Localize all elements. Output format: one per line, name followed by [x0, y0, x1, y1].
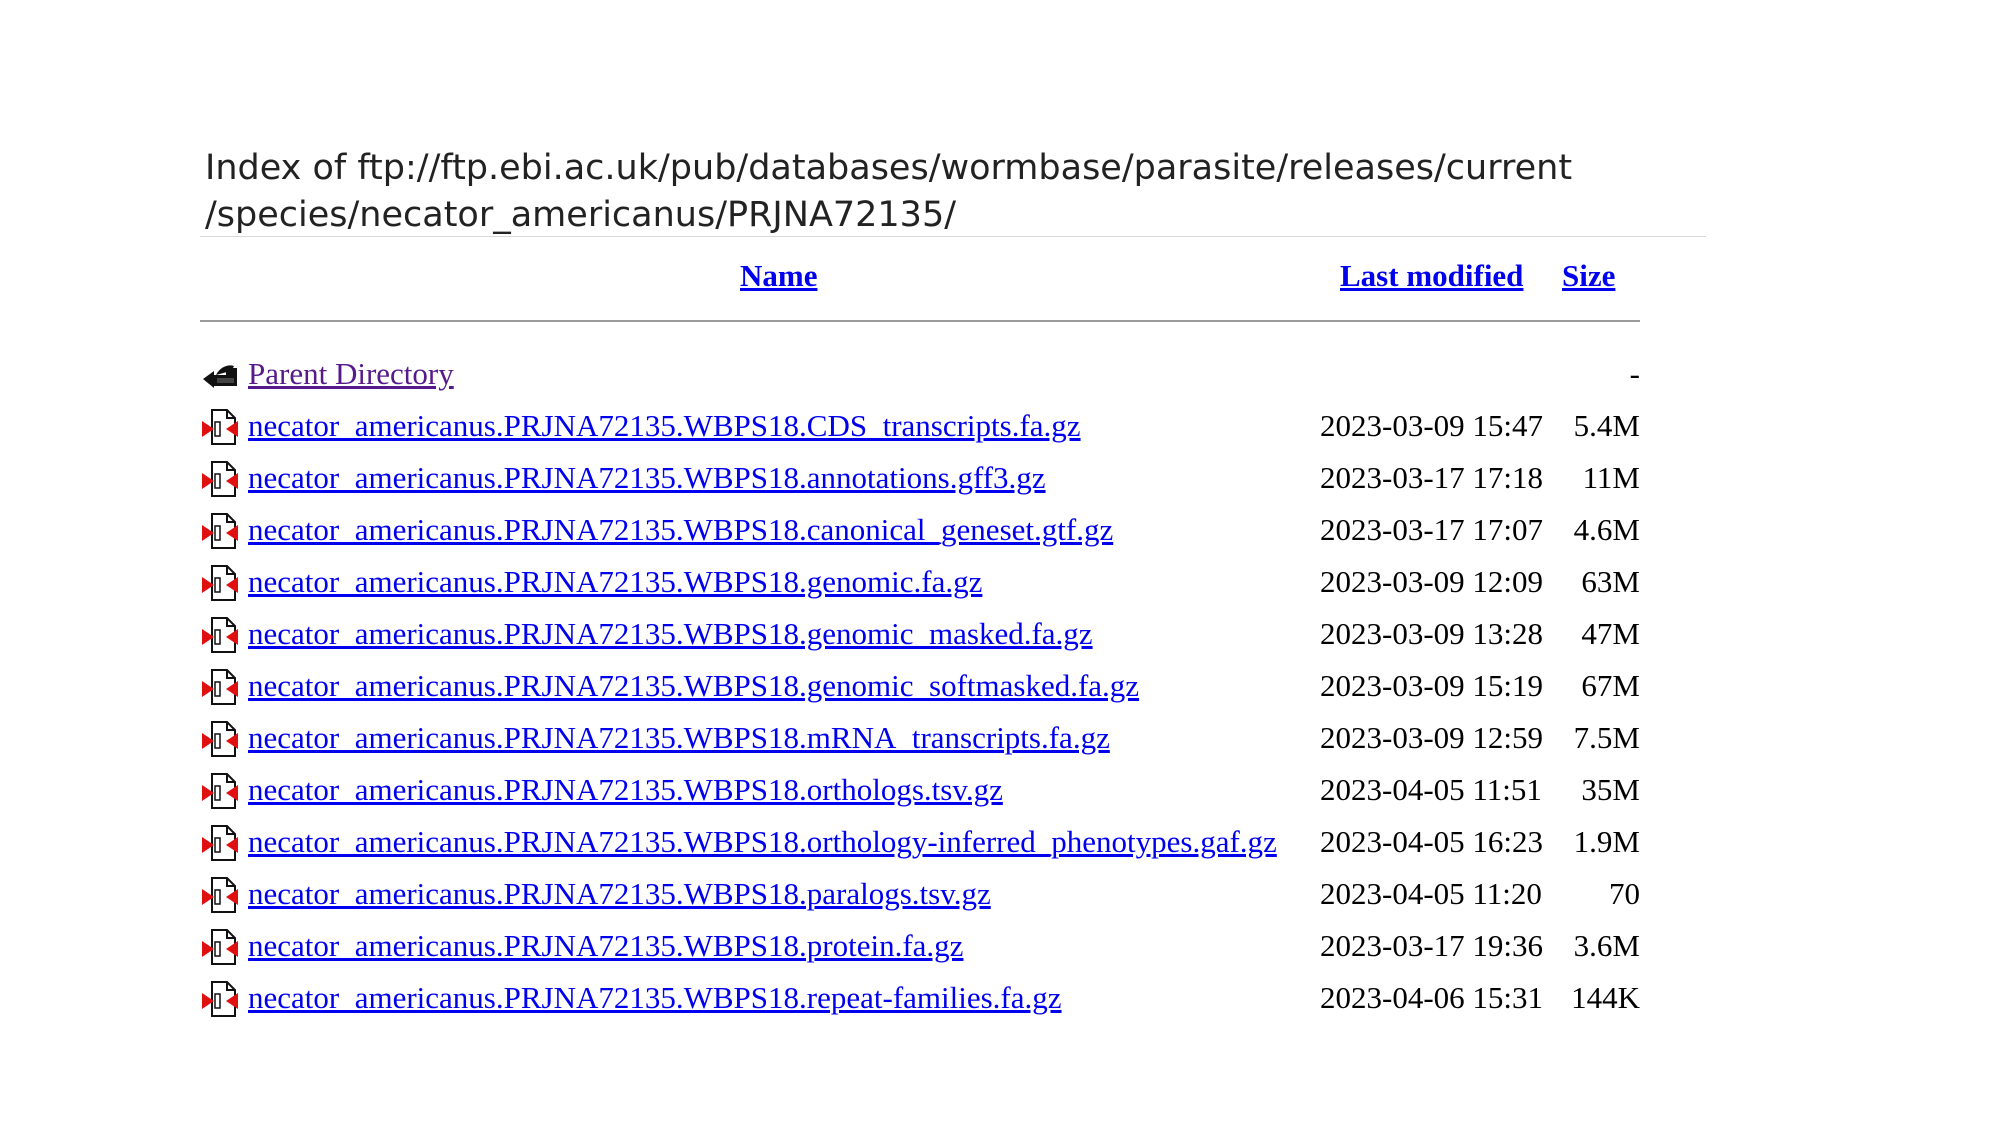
file-row: necator_americanus.PRJNA72135.WBPS18.par…: [200, 868, 1640, 920]
compressed-file-icon: [200, 459, 240, 499]
compressed-file-icon: [200, 407, 240, 447]
file-row: necator_americanus.PRJNA72135.WBPS18.ort…: [200, 816, 1640, 868]
file-last-modified: 2023-03-17 17:18: [1320, 460, 1544, 495]
file-last-modified: 2023-03-09 12:59: [1320, 720, 1544, 755]
file-link[interactable]: necator_americanus.PRJNA72135.WBPS18.rep…: [248, 972, 1062, 1024]
file-last-modified: 2023-04-05 16:23: [1320, 824, 1544, 859]
file-link[interactable]: necator_americanus.PRJNA72135.WBPS18.pro…: [248, 920, 963, 972]
file-size: 1.9M: [1573, 824, 1640, 859]
header-divider: [200, 320, 1640, 322]
file-row: necator_americanus.PRJNA72135.WBPS18.gen…: [200, 660, 1640, 712]
ftp-index-page: Index of ftp://ftp.ebi.ac.uk/pub/databas…: [0, 0, 2000, 1125]
parent-directory-row: Parent Directory -: [200, 348, 1640, 400]
file-row: necator_americanus.PRJNA72135.WBPS18.CDS…: [200, 400, 1640, 452]
file-row: necator_americanus.PRJNA72135.WBPS18.mRN…: [200, 712, 1640, 764]
compressed-file-icon: [200, 771, 240, 811]
compressed-file-icon: [200, 615, 240, 655]
file-link[interactable]: necator_americanus.PRJNA72135.WBPS18.ann…: [248, 452, 1046, 504]
file-row: necator_americanus.PRJNA72135.WBPS18.pro…: [200, 920, 1640, 972]
title-divider: [200, 236, 1706, 237]
compressed-file-icon: [200, 823, 240, 863]
file-last-modified: 2023-03-09 15:47: [1320, 408, 1544, 443]
back-folder-icon: [200, 355, 240, 395]
file-size: 11M: [1582, 460, 1640, 495]
file-size: 3.6M: [1573, 928, 1640, 963]
file-last-modified: 2023-03-09 12:09: [1320, 564, 1544, 599]
file-last-modified: 2023-03-09 13:28: [1320, 616, 1544, 651]
page-title: Index of ftp://ftp.ebi.ac.uk/pub/databas…: [205, 145, 1705, 239]
file-size: 67M: [1581, 668, 1640, 703]
page-title-line-1: Index of ftp://ftp.ebi.ac.uk/pub/databas…: [205, 148, 1573, 188]
compressed-file-icon: [200, 563, 240, 603]
file-size: 70: [1609, 876, 1640, 911]
file-last-modified: 2023-04-05 11:51: [1320, 772, 1542, 807]
file-last-modified: 2023-04-05 11:20: [1320, 876, 1542, 911]
file-size: 5.4M: [1573, 408, 1640, 443]
file-link[interactable]: necator_americanus.PRJNA72135.WBPS18.par…: [248, 868, 991, 920]
parent-directory-link[interactable]: Parent Directory: [248, 348, 454, 400]
file-last-modified: 2023-03-09 15:19: [1320, 668, 1544, 703]
file-last-modified: 2023-04-06 15:31: [1320, 980, 1544, 1015]
compressed-file-icon: [200, 719, 240, 759]
file-row: necator_americanus.PRJNA72135.WBPS18.gen…: [200, 608, 1640, 660]
sort-by-name-link[interactable]: Name: [740, 258, 817, 294]
file-link[interactable]: necator_americanus.PRJNA72135.WBPS18.CDS…: [248, 400, 1081, 452]
file-last-modified: 2023-03-17 17:07: [1320, 512, 1544, 547]
compressed-file-icon: [200, 511, 240, 551]
compressed-file-icon: [200, 875, 240, 915]
page-title-line-2: /species/necator_americanus/PRJNA72135/: [205, 195, 957, 235]
compressed-file-icon: [200, 979, 240, 1019]
file-link[interactable]: necator_americanus.PRJNA72135.WBPS18.can…: [248, 504, 1113, 556]
file-link[interactable]: necator_americanus.PRJNA72135.WBPS18.mRN…: [248, 712, 1110, 764]
file-link[interactable]: necator_americanus.PRJNA72135.WBPS18.ort…: [248, 816, 1277, 868]
file-size: 35M: [1581, 772, 1640, 807]
compressed-file-icon: [200, 927, 240, 967]
parent-directory-size: -: [1629, 356, 1640, 391]
compressed-file-icon: [200, 667, 240, 707]
file-size: 7.5M: [1573, 720, 1640, 755]
file-size: 4.6M: [1573, 512, 1640, 547]
file-row: necator_americanus.PRJNA72135.WBPS18.ann…: [200, 452, 1640, 504]
file-list: Parent Directory - necator_americanus.PR…: [200, 348, 1640, 1024]
file-link[interactable]: necator_americanus.PRJNA72135.WBPS18.ort…: [248, 764, 1003, 816]
file-link[interactable]: necator_americanus.PRJNA72135.WBPS18.gen…: [248, 556, 982, 608]
file-size: 63M: [1581, 564, 1640, 599]
file-row: necator_americanus.PRJNA72135.WBPS18.rep…: [200, 972, 1640, 1024]
file-row: necator_americanus.PRJNA72135.WBPS18.gen…: [200, 556, 1640, 608]
file-size: 144K: [1571, 980, 1640, 1015]
sort-by-last-modified-link[interactable]: Last modified: [1340, 258, 1523, 294]
file-row: necator_americanus.PRJNA72135.WBPS18.can…: [200, 504, 1640, 556]
file-last-modified: 2023-03-17 19:36: [1320, 928, 1544, 963]
file-row: necator_americanus.PRJNA72135.WBPS18.ort…: [200, 764, 1640, 816]
file-link[interactable]: necator_americanus.PRJNA72135.WBPS18.gen…: [248, 660, 1139, 712]
file-link[interactable]: necator_americanus.PRJNA72135.WBPS18.gen…: [248, 608, 1093, 660]
file-size: 47M: [1581, 616, 1640, 651]
sort-by-size-link[interactable]: Size: [1562, 258, 1615, 294]
